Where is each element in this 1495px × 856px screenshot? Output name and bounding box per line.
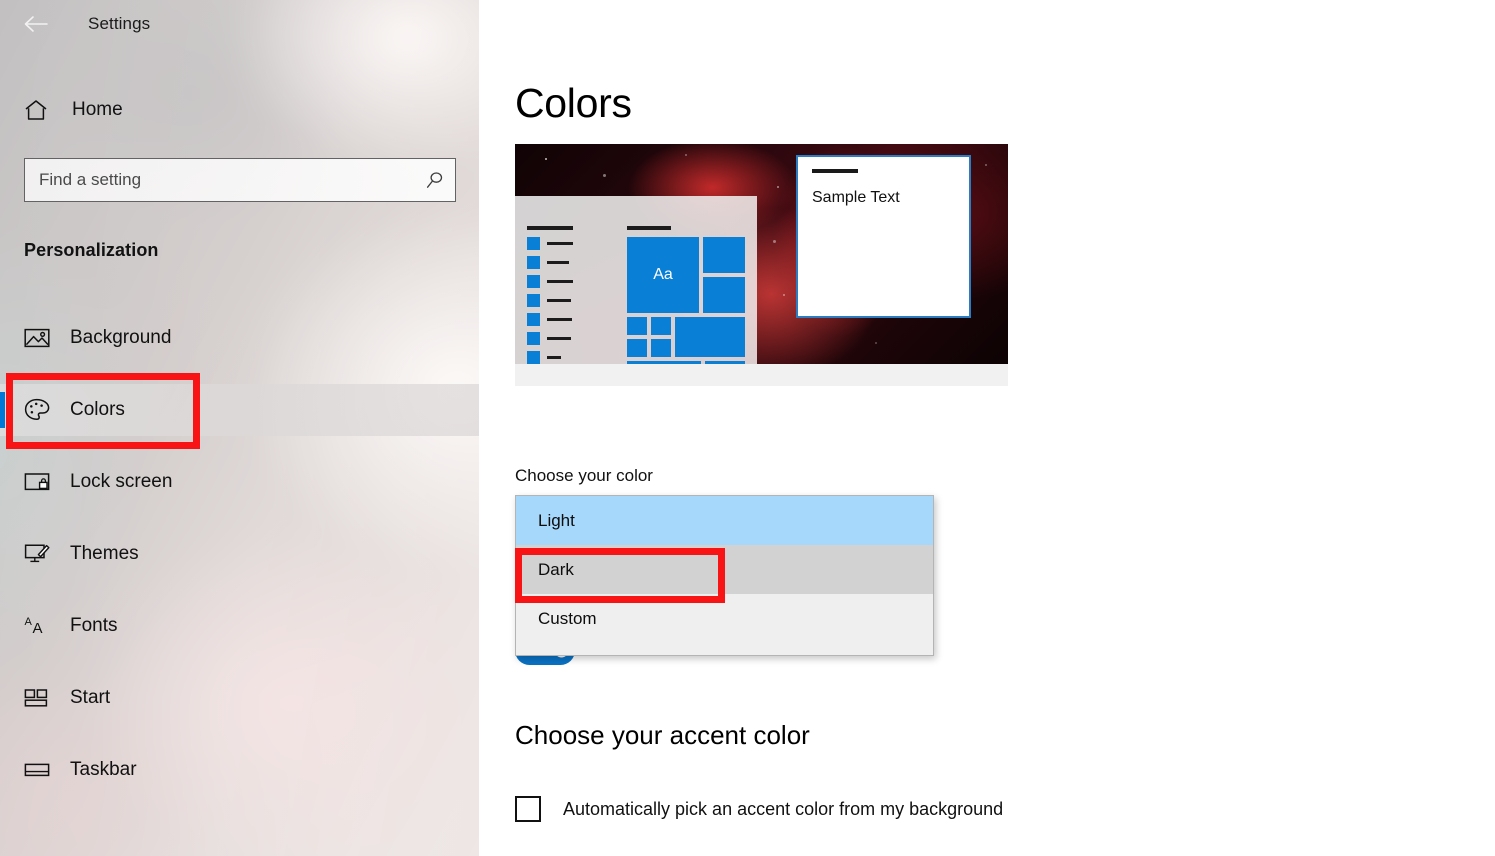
taskbar-icon (24, 760, 56, 780)
app-title: Settings (88, 14, 151, 33)
sidebar: Settings Home Find a setting Personaliza… (0, 0, 479, 856)
main-content: Colors Aa Sample Text Choose your color … (479, 0, 1495, 856)
page-title: Colors (515, 80, 632, 126)
preview-tiles: Aa (627, 226, 745, 381)
sidebar-item-label: Themes (70, 543, 139, 564)
sidebar-item-lock-screen[interactable]: Lock screen (0, 456, 479, 508)
choose-color-label: Choose your color (515, 466, 653, 485)
auto-accent-checkbox[interactable] (515, 796, 541, 822)
preview-taskbar (515, 364, 1008, 386)
sidebar-item-label: Start (70, 687, 111, 708)
preview-window-title-line (812, 169, 858, 173)
sidebar-item-label: Home (72, 99, 123, 120)
back-arrow-icon[interactable] (12, 8, 60, 40)
search-icon[interactable] (415, 170, 455, 190)
sidebar-item-taskbar[interactable]: Taskbar (0, 744, 479, 796)
sidebar-item-label: Fonts (70, 615, 118, 636)
settings-window: Settings Home Find a setting Personaliza… (0, 0, 1495, 856)
sidebar-item-label: Lock screen (70, 471, 173, 492)
preview-tile-aa: Aa (627, 237, 699, 313)
title-bar: Settings (0, 0, 479, 48)
sidebar-item-start[interactable]: Start (0, 672, 479, 724)
auto-accent-label: Automatically pick an accent color from … (563, 798, 1004, 819)
dropdown-option-dark[interactable]: Dark (516, 545, 933, 594)
sidebar-item-themes[interactable]: Themes (0, 528, 479, 580)
image-icon (24, 327, 56, 349)
fonts-icon: A A (24, 615, 56, 637)
search-input[interactable] (25, 170, 415, 190)
sidebar-item-label: Colors (70, 399, 125, 420)
search-box[interactable] (24, 158, 456, 202)
preview-sample-text: Sample Text (812, 189, 900, 206)
sidebar-item-home[interactable]: Home (24, 92, 123, 128)
theme-preview: Aa Sample Text (515, 144, 1008, 386)
svg-text:A: A (33, 620, 43, 637)
auto-accent-checkbox-row[interactable]: Automatically pick an accent color from … (515, 796, 1003, 822)
themes-icon (24, 542, 56, 566)
section-heading: Personalization (24, 240, 159, 260)
preview-app-list (527, 226, 573, 386)
start-icon (24, 687, 56, 709)
lock-screen-icon (24, 471, 56, 493)
home-icon (24, 99, 54, 121)
svg-text:A: A (25, 616, 33, 628)
dropdown-option-custom[interactable]: Custom (516, 594, 933, 643)
choose-color-dropdown[interactable]: Light Dark Custom (515, 495, 934, 656)
sidebar-item-background[interactable]: Background (0, 312, 479, 364)
dropdown-option-light[interactable]: Light (516, 496, 933, 545)
preview-sample-window: Sample Text (796, 155, 971, 318)
palette-icon (24, 398, 56, 422)
sidebar-item-label: Taskbar (70, 759, 137, 780)
sidebar-item-fonts[interactable]: A A Fonts (0, 600, 479, 652)
preview-start-menu: Aa (515, 196, 757, 383)
sidebar-item-colors[interactable]: Colors (0, 384, 479, 436)
accent-color-heading: Choose your accent color (515, 720, 810, 750)
sidebar-nav-list: Background Colors Lock screen Themes A A… (0, 312, 479, 816)
sidebar-item-label: Background (70, 327, 172, 348)
